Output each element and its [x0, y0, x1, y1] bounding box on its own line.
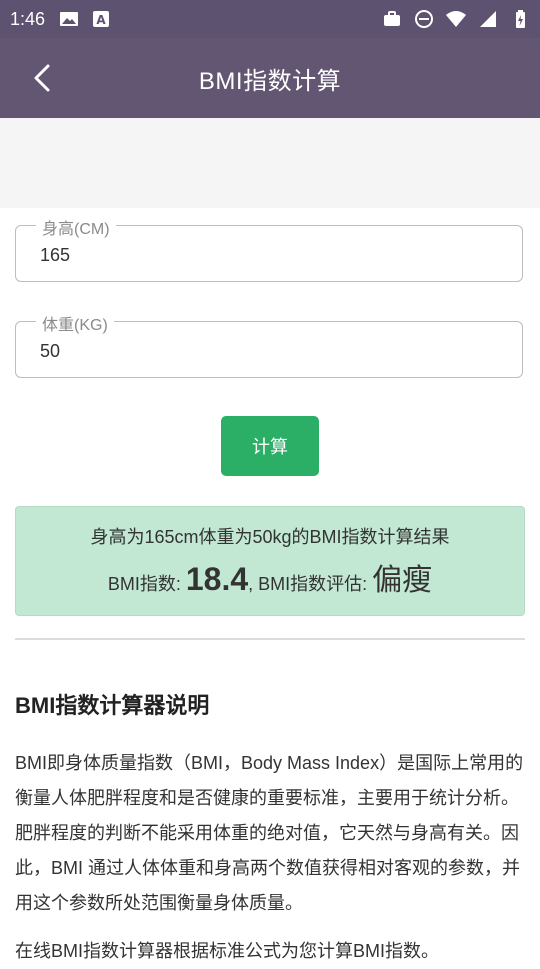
back-button[interactable] [24, 60, 60, 96]
info-title: BMI指数计算器说明 [15, 693, 210, 718]
bmi-value: 18.4 [185, 561, 249, 597]
bmi-evaluation: 偏瘦 [372, 564, 433, 597]
status-bar: 1:46 A [0, 0, 540, 38]
back-arrow-icon [34, 64, 50, 92]
calculate-button[interactable]: 计算 [221, 416, 319, 476]
result-box: 身高为165cm体重为50kg的BMI指数计算结果 BMI指数: 18.4, B… [15, 506, 525, 616]
info-paragraph-2: 在线BMI指数计算器根据标准公式为您计算BMI指数。 [15, 941, 439, 961]
eval-prefix: , BMI指数评估: [248, 574, 373, 594]
info-paragraph-1: BMI即身体质量指数（BMI，Body Mass Index）是国际上常用的衡量… [15, 753, 524, 913]
svg-text:A: A [96, 13, 106, 27]
weight-input[interactable] [38, 322, 502, 381]
cellular-signal-icon [480, 11, 496, 27]
app-bar: BMI指数计算 [0, 38, 540, 118]
wifi-icon [446, 11, 466, 27]
briefcase-icon [384, 11, 400, 26]
result-line: BMI指数: 18.4, BMI指数评估: 偏瘦 [16, 555, 524, 599]
bmi-prefix: BMI指数: [107, 574, 186, 594]
do-not-disturb-icon [415, 10, 433, 28]
divider [15, 638, 525, 640]
height-input[interactable] [38, 226, 502, 285]
height-field[interactable]: 身高(CM) [15, 215, 523, 285]
page-title: BMI指数计算 [198, 67, 342, 95]
image-icon [60, 12, 79, 26]
battery-charging-icon [516, 10, 525, 28]
banner-placeholder [0, 118, 540, 208]
status-time: 1:46 [10, 8, 46, 29]
weight-field[interactable]: 体重(KG) [15, 311, 523, 381]
result-summary: 身高为165cm体重为50kg的BMI指数计算结果 [90, 527, 450, 547]
text-app-icon: A [93, 11, 110, 27]
